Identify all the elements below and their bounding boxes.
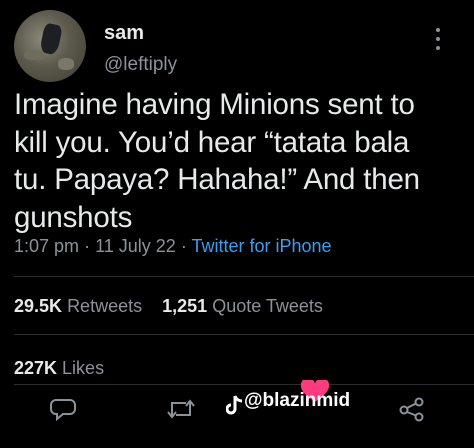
quote-tweets-link[interactable]: 1,251 Quote Tweets	[162, 296, 323, 316]
tweet-date[interactable]: 11 July 22	[95, 236, 176, 256]
retweet-stats: 29.5K Retweets 1,251 Quote Tweets	[14, 296, 323, 317]
quote-tweets-label: Quote Tweets	[212, 296, 323, 316]
quote-tweets-count: 1,251	[162, 296, 208, 316]
display-name[interactable]: sam	[104, 22, 144, 45]
meta-separator: ·	[84, 236, 91, 256]
tweet-text-line: gunshots	[14, 200, 133, 234]
divider	[14, 276, 474, 277]
likes-label: Likes	[62, 358, 105, 378]
tweet-text: Imagine having Minions sent to kill you.…	[14, 86, 464, 236]
likes-stats[interactable]: 227K Likes	[14, 358, 104, 379]
tweet-text-line: tu. Papaya? Hahaha!” And then	[14, 163, 420, 196]
tweet-text-line: kill you. You’d hear “tatata bala	[14, 125, 410, 159]
tweet-time[interactable]: 1:07 pm	[14, 236, 79, 256]
retweets-count: 29.5K	[14, 296, 63, 316]
avatar[interactable]	[14, 10, 86, 82]
tweet-card: sam @leftiply Imagine having Minions sen…	[0, 0, 474, 448]
watermark: @blazinmid	[244, 390, 351, 411]
more-vertical-icon[interactable]	[428, 24, 448, 54]
tweet-text-line: Imagine having Minions sent to	[14, 88, 415, 121]
likes-count: 227K	[14, 358, 58, 378]
meta-separator: ·	[180, 236, 187, 256]
tweet-meta: 1:07 pm · 11 July 22 · Twitter for iPhon…	[14, 236, 332, 257]
reply-icon[interactable]	[50, 396, 80, 426]
retweet-icon[interactable]	[166, 396, 196, 426]
avatar-texture	[58, 58, 74, 70]
action-bar	[0, 388, 474, 428]
tweet-source-link[interactable]: Twitter for iPhone	[192, 236, 332, 256]
divider	[14, 384, 474, 385]
retweets-label: Retweets	[67, 296, 143, 316]
share-icon[interactable]	[398, 396, 428, 426]
avatar-texture	[24, 50, 44, 60]
divider	[14, 334, 474, 335]
user-handle[interactable]: @leftiply	[104, 54, 177, 76]
avatar-subject	[39, 22, 63, 56]
retweets-link[interactable]: 29.5K Retweets	[14, 296, 147, 316]
